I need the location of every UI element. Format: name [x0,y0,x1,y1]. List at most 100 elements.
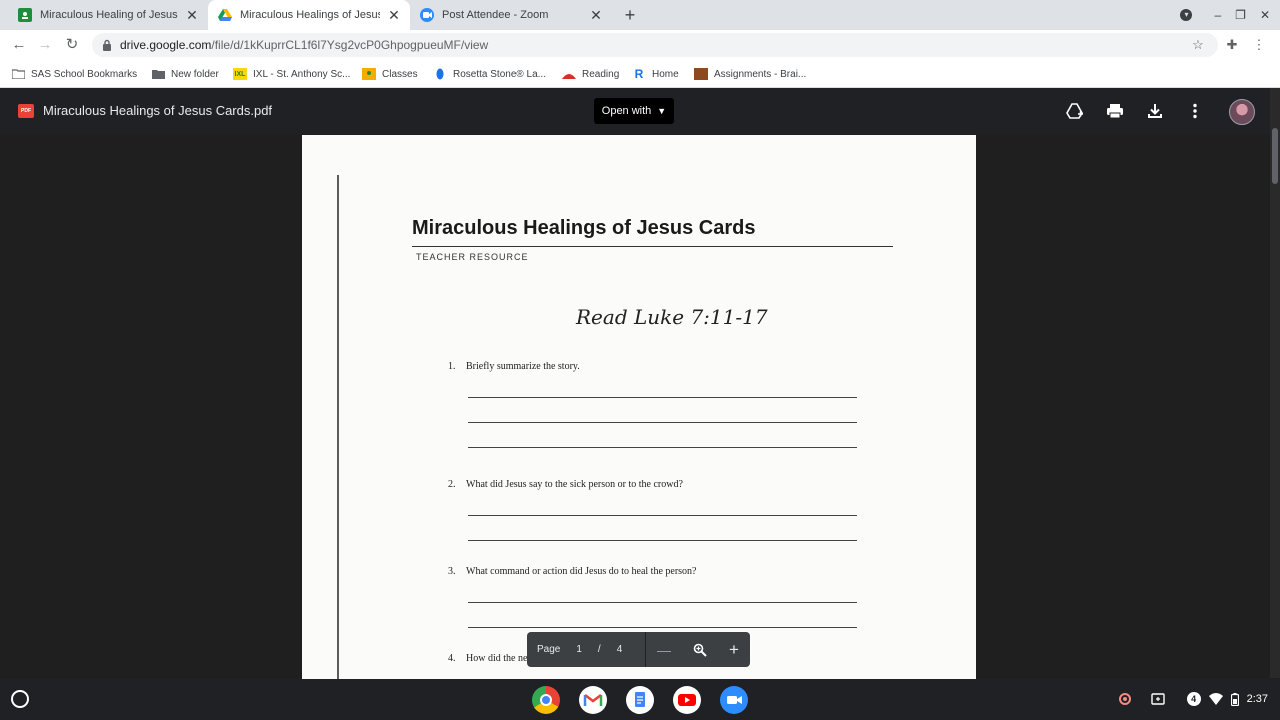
bookmark-item[interactable]: R Home [632,66,679,82]
bookmark-label: Reading [582,68,620,80]
file-title: Miraculous Healings of Jesus Cards.pdf [43,103,273,118]
page-separator: / [597,644,601,655]
question-2: 2. What did Jesus say to the sick person … [448,479,683,490]
lock-icon [103,39,111,51]
answer-line [468,540,857,541]
gmail-icon[interactable] [579,686,607,714]
reading-icon [562,68,576,80]
zoom-icon[interactable] [720,686,748,714]
bookmark-item[interactable]: New folder [151,66,219,82]
rosetta-icon [433,68,447,80]
bookmarks-bar: SAS School Bookmarks New folder IXL IXL … [0,60,1280,88]
tab-classroom[interactable]: Miraculous Healing of Jesus Ca ✕ [8,0,208,30]
page-spine-line [337,175,339,679]
bookmark-label: Home [652,68,679,80]
system-tray[interactable]: 4 2:37 [1118,689,1268,709]
question-3: 3. What command or action did Jesus do to… [448,566,697,577]
bookmark-item[interactable]: Reading [562,66,619,82]
bookmark-item[interactable]: Rosetta Stone® La... [433,66,546,82]
caret-down-icon: ▼ [657,106,667,116]
notification-count-badge[interactable]: 4 [1186,692,1201,706]
tab-title: Miraculous Healing of Jesus Ca [40,9,178,21]
tab-title: Miraculous Healings of Jesus C [240,9,380,21]
bookmark-item[interactable]: Classes [362,66,418,82]
answer-line [468,515,857,516]
bookmark-label: New folder [171,68,219,80]
tab-drive[interactable]: Miraculous Healings of Jesus C ✕ [208,0,410,30]
close-tab-icon[interactable]: ✕ [588,7,604,23]
minimize-icon[interactable]: – [1214,8,1221,22]
folder-icon [151,68,165,80]
answer-line [468,627,857,628]
page-navigation-bar: Page 1 / 4 — + [527,632,750,667]
open-with-label: Open with [601,105,652,117]
restore-icon[interactable]: ❐ [1235,8,1246,22]
bookmark-star-icon[interactable]: ☆ [1191,38,1205,52]
launcher-icon[interactable] [11,690,29,708]
os-shelf: 4 2:37 [0,679,1280,720]
answer-line [468,602,857,603]
new-tab-button[interactable]: + [620,6,640,24]
google-drive-icon [218,8,232,22]
zoom-fit-icon[interactable] [693,643,707,657]
tab-search-icon[interactable]: ▾ [1180,9,1193,21]
page-total: 4 [616,644,623,655]
scrollbar-thumb[interactable] [1272,128,1278,184]
close-tab-icon[interactable]: ✕ [184,7,200,23]
address-bar[interactable]: drive.google.com/file/d/1kKuprrCL1f6l7Ys… [92,33,1218,57]
tab-strip: Miraculous Healing of Jesus Ca ✕ Miracul… [0,0,1280,30]
reload-icon[interactable]: ↻ [63,36,81,54]
document-title: Miraculous Healings of Jesus Cards [412,217,756,239]
bookmark-label: Rosetta Stone® La... [453,68,546,80]
tab-zoom[interactable]: Post Attendee - Zoom ✕ [410,0,612,30]
zoom-in-icon[interactable]: + [729,640,739,660]
add-to-drive-icon[interactable] [1066,102,1084,120]
classroom-icon [362,68,376,80]
bookmark-item[interactable]: SAS School Bookmarks [11,66,137,82]
braincheck-icon [694,68,708,80]
title-rule [412,246,893,247]
youtube-icon[interactable] [673,686,701,714]
download-icon[interactable] [1146,102,1164,120]
question-number: 4. [448,653,456,664]
chrome-menu-icon[interactable]: ⋮ [1252,38,1266,52]
close-tab-icon[interactable]: ✕ [386,7,402,23]
vertical-scrollbar[interactable] [1270,88,1280,678]
extensions-icon[interactable]: ✚ [1225,38,1239,52]
document-subtitle: TEACHER RESOURCE [416,252,529,262]
answer-line [468,397,857,398]
screen-capture-icon[interactable] [1150,692,1165,706]
more-options-icon[interactable] [1186,102,1204,120]
answer-line [468,447,857,448]
forward-icon[interactable]: → [36,36,54,54]
back-icon[interactable]: ← [10,36,28,54]
question-text: What command or action did Jesus do to h… [466,566,697,577]
account-avatar[interactable] [1229,99,1255,125]
page-current-input[interactable]: 1 [576,644,582,655]
bookmark-item[interactable]: Assignments - Brai... [694,66,806,82]
zoom-out-icon[interactable]: — [657,642,671,658]
url-host: drive.google.com [120,38,212,52]
bookmark-label: Classes [382,68,418,80]
pdf-file-icon: PDF [18,104,34,118]
question-1: 1. Briefly summarize the story. [448,361,580,372]
question-number: 3. [448,566,456,577]
wifi-icon [1208,693,1223,705]
open-with-button[interactable]: Open with ▼ [594,98,674,124]
bookmark-item[interactable]: IXL IXL - St. Anthony Sc... [233,66,350,82]
scripture-reference: Read Luke 7:11-17 [576,305,768,329]
bookmark-label: SAS School Bookmarks [31,68,138,80]
question-text: What did Jesus say to the sick person or… [466,479,683,490]
viewer-header: PDF Miraculous Healings of Jesus Cards.p… [0,88,1270,134]
url-text: drive.google.com/file/d/1kKuprrCL1f6l7Ys… [120,38,488,52]
page-indicator: Page 1 / 4 [527,644,645,655]
battery-icon [1230,692,1239,706]
chrome-icon[interactable] [532,686,560,714]
zoom-icon [420,8,434,22]
close-window-icon[interactable]: ✕ [1260,8,1270,22]
google-classroom-icon [18,8,32,22]
print-icon[interactable] [1106,102,1124,120]
window-controls: ▾ – ❐ ✕ [1180,0,1270,30]
screen-record-icon[interactable] [1118,693,1131,705]
docs-icon[interactable] [626,686,654,714]
